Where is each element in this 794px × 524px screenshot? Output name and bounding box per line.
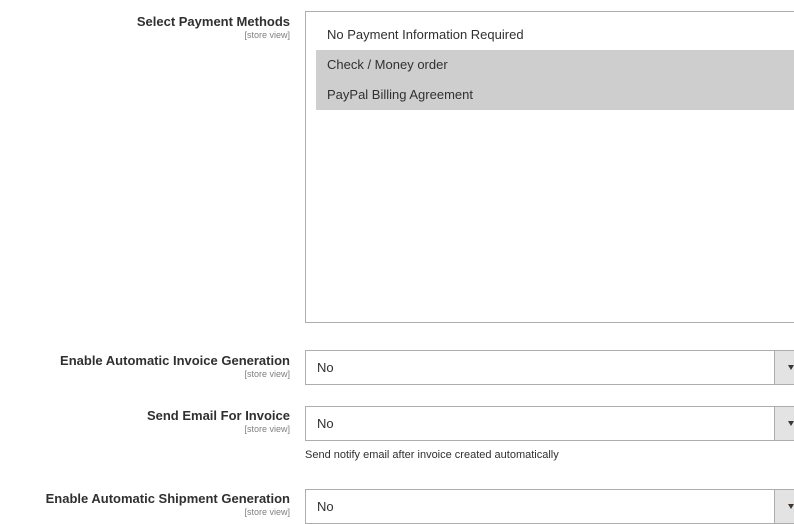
payment-methods-scope: [store view] [244,30,290,40]
invoice-generation-select[interactable]: No [305,350,794,385]
payment-method-option-label: No Payment Information Required [327,27,524,42]
invoice-email-value: No [317,416,334,431]
chevron-down-icon [788,365,794,370]
invoice-generation-dropdown-toggle[interactable] [774,351,794,384]
invoice-email-note: Send notify email after invoice created … [305,449,559,461]
invoice-email-label-group: Send Email For Invoice [store view] [0,408,290,434]
payment-method-option-label: PayPal Billing Agreement [327,87,473,102]
payment-methods-multiselect[interactable]: No Payment Information Required Check / … [305,11,794,323]
shipment-generation-value: No [317,499,334,514]
payment-method-option-label: Check / Money order [327,57,448,72]
invoice-email-dropdown-toggle[interactable] [774,407,794,440]
invoice-generation-value: No [317,360,334,375]
shipment-generation-scope: [store view] [244,507,290,517]
shipment-generation-dropdown-toggle[interactable] [774,490,794,523]
shipment-generation-label: Enable Automatic Shipment Generation [45,491,290,506]
chevron-down-icon [788,421,794,426]
payment-methods-label: Select Payment Methods [136,14,290,29]
invoice-email-scope: [store view] [244,424,290,434]
invoice-email-select[interactable]: No [305,406,794,441]
payment-methods-label-group: Select Payment Methods [store view] [0,14,290,40]
payment-method-option[interactable]: PayPal Billing Agreement [316,80,794,110]
invoice-email-label: Send Email For Invoice [146,408,290,423]
payment-method-option[interactable]: Check / Money order [316,50,794,80]
chevron-down-icon [788,504,794,509]
invoice-generation-label-group: Enable Automatic Invoice Generation [sto… [0,353,290,379]
invoice-generation-scope: [store view] [244,369,290,379]
shipment-generation-label-group: Enable Automatic Shipment Generation [st… [0,491,290,517]
invoice-generation-label: Enable Automatic Invoice Generation [60,353,290,368]
payment-method-option[interactable]: No Payment Information Required [316,20,794,50]
